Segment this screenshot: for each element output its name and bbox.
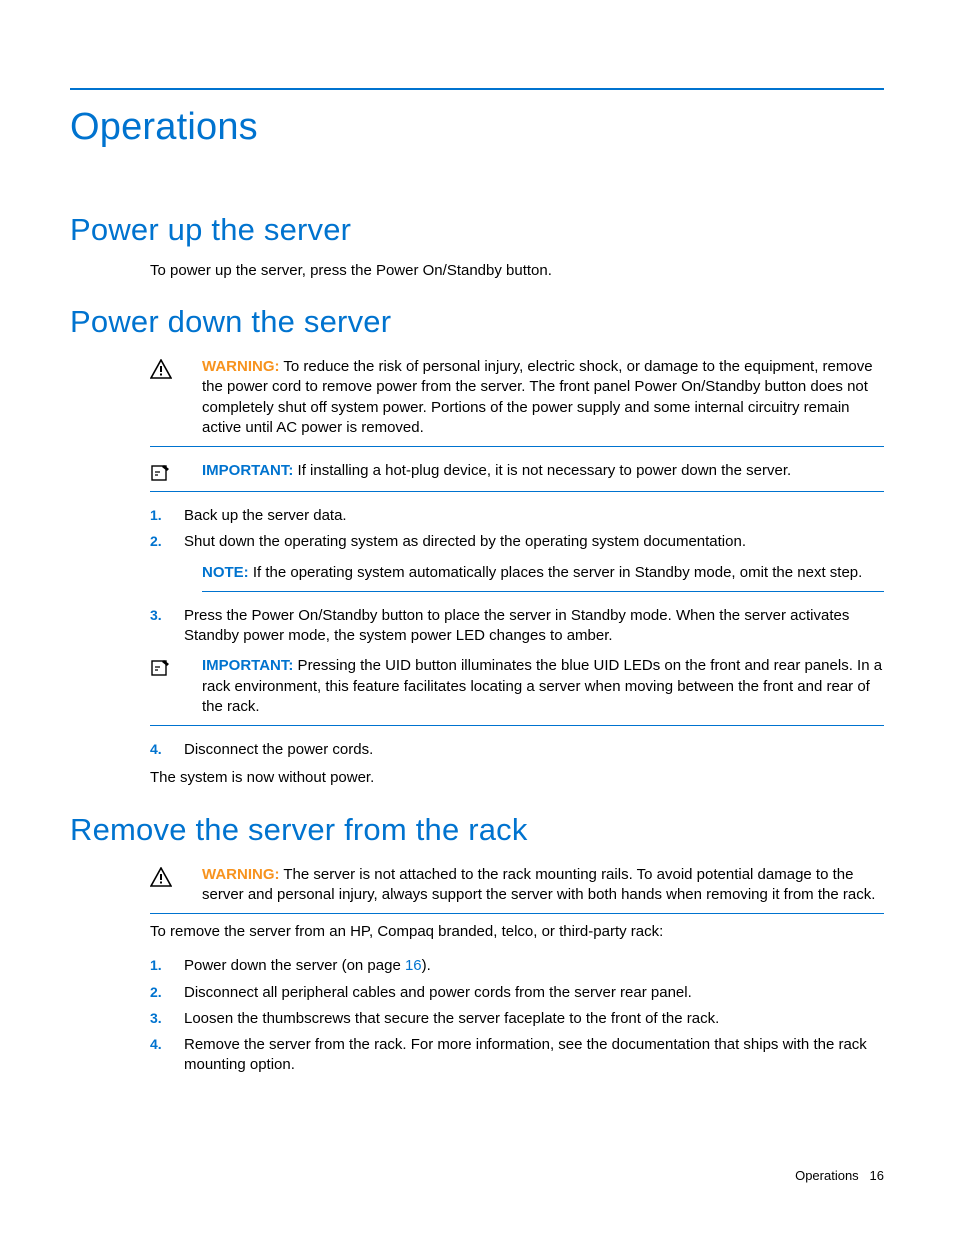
remove-rack-warning: WARNING: The server is not attached to t… [150,861,884,915]
remove-rack-steps: 1.Power down the server (on page 16). 2.… [150,956,884,1075]
page-link[interactable]: 16 [405,957,422,974]
heading-remove-rack: Remove the server from the rack [70,809,884,851]
step-text: Disconnect the power cords. [184,740,884,760]
step-number: 3. [150,606,184,625]
warning-label: WARNING: [202,866,280,883]
list-item: 3.Loosen the thumbscrews that secure the… [150,1009,884,1029]
step-number: 2. [150,983,184,1002]
list-item: 1.Back up the server data. [150,506,884,526]
note-label: NOTE: [202,564,249,581]
list-item: 2.Disconnect all peripheral cables and p… [150,983,884,1003]
important-text: Pressing the UID button illuminates the … [202,657,882,715]
list-item: 4.Disconnect the power cords. [150,740,884,760]
step-text: Shut down the operating system as direct… [184,532,884,552]
footer-section: Operations [795,1168,859,1183]
step-number: 4. [150,1035,184,1054]
remove-rack-intro: To remove the server from an HP, Compaq … [150,922,884,942]
warning-text: The server is not attached to the rack m… [202,866,875,903]
step-text: Press the Power On/Standby button to pla… [184,606,884,647]
footer-page: 16 [870,1168,884,1183]
heading-power-down: Power down the server [70,301,884,343]
power-down-warning: WARNING: To reduce the risk of personal … [150,353,884,447]
power-down-important: IMPORTANT: If installing a hot-plug devi… [150,457,884,492]
warning-icon [150,865,202,887]
note-text: If the operating system automatically pl… [249,564,863,581]
step-text: Power down the server (on page 16). [184,956,884,976]
power-down-note: NOTE: If the operating system automatica… [202,559,884,592]
top-rule [70,88,884,90]
step-text: Loosen the thumbscrews that secure the s… [184,1009,884,1029]
list-item: 2.Shut down the operating system as dire… [150,532,884,552]
power-down-closing: The system is now without power. [150,768,884,788]
power-down-steps-end: 4.Disconnect the power cords. [150,740,884,760]
important-label: IMPORTANT: [202,657,293,674]
important-label: IMPORTANT: [202,462,293,479]
step-text: Back up the server data. [184,506,884,526]
list-item: 3.Press the Power On/Standby button to p… [150,606,884,647]
important-icon [150,461,202,483]
heading-power-up: Power up the server [70,209,884,251]
warning-label: WARNING: [202,358,280,375]
list-item: 1.Power down the server (on page 16). [150,956,884,976]
power-down-steps: 1.Back up the server data. 2.Shut down t… [150,506,884,553]
page-footer: Operations 16 [795,1167,884,1185]
power-up-body: To power up the server, press the Power … [150,261,884,281]
step-number: 3. [150,1009,184,1028]
step-text: Disconnect all peripheral cables and pow… [184,983,884,1003]
warning-icon [150,357,202,379]
power-down-steps-cont: 3.Press the Power On/Standby button to p… [150,606,884,647]
step-number: 2. [150,532,184,551]
page-title: Operations [70,102,884,153]
step-number: 1. [150,956,184,975]
power-down-important-2: IMPORTANT: Pressing the UID button illum… [150,652,884,726]
step-number: 4. [150,740,184,759]
step-number: 1. [150,506,184,525]
warning-text: To reduce the risk of personal injury, e… [202,358,873,436]
step-text: Remove the server from the rack. For mor… [184,1035,884,1076]
important-text: If installing a hot-plug device, it is n… [293,462,791,479]
important-icon [150,656,202,678]
list-item: 4.Remove the server from the rack. For m… [150,1035,884,1076]
